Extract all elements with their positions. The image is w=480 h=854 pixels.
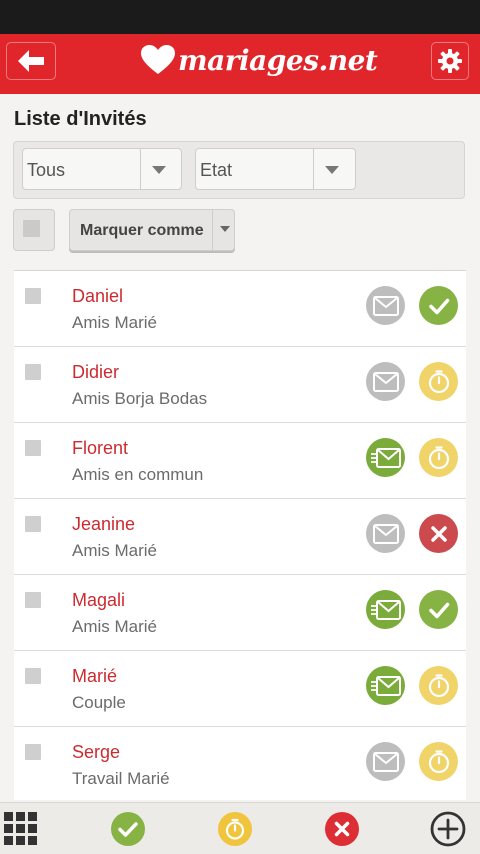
guest-row[interactable]: Daniel Amis Marié: [14, 271, 466, 347]
checkbox-box: [23, 220, 40, 237]
guest-group: Travail Marié: [72, 769, 170, 788]
attendance-status-button[interactable]: [419, 742, 458, 781]
guest-checkbox[interactable]: [25, 364, 41, 380]
page-title: Liste d'Invités: [14, 108, 147, 130]
envelope-sent-icon: [370, 675, 401, 696]
stopwatch-icon: [428, 445, 449, 469]
grid-icon: [4, 812, 37, 845]
chevron-down-icon: [220, 226, 230, 232]
brand-name: mariages.net: [178, 43, 378, 77]
guest-name[interactable]: Daniel: [72, 286, 123, 307]
guest-row[interactable]: Magali Amis Marié: [14, 575, 466, 651]
select-divider: [313, 149, 314, 189]
guest-group: Amis Marié: [72, 313, 158, 332]
guest-group: Amis en commun: [72, 465, 204, 484]
chevron-down-icon: [325, 166, 339, 174]
heart-icon: [141, 45, 175, 74]
guest-name[interactable]: Magali: [72, 590, 125, 611]
gear-icon: [438, 49, 462, 73]
app-bar: mariages.net: [0, 34, 480, 94]
settings-button[interactable]: [431, 42, 469, 80]
guest-name[interactable]: Serge: [72, 742, 120, 763]
state-filter-select[interactable]: Etat: [195, 148, 356, 190]
guest-group: Amis Borja Bodas: [72, 389, 208, 408]
group-filter-value: Tous: [27, 160, 66, 180]
status-bar: [0, 0, 480, 34]
guest-group: Amis Marié: [72, 541, 158, 560]
guest-row[interactable]: Serge Travail Marié: [14, 727, 466, 800]
cross-icon: [430, 525, 447, 542]
invitation-status-button[interactable]: [366, 666, 405, 705]
grid-menu-button[interactable]: [3, 811, 39, 847]
envelope-icon: [372, 371, 399, 392]
attendance-status-button[interactable]: [419, 438, 458, 477]
invitation-status-button[interactable]: [366, 438, 405, 477]
guest-checkbox[interactable]: [25, 744, 41, 760]
attendance-status-button[interactable]: [419, 514, 458, 553]
back-button[interactable]: [6, 42, 56, 80]
guest-list: Daniel Amis Marié Didier Amis Borja Bodas Fl…: [14, 270, 466, 800]
bottom-toolbar: [0, 802, 480, 854]
stopwatch-icon: [428, 369, 449, 393]
attendance-status-button[interactable]: [419, 362, 458, 401]
check-icon: [428, 298, 449, 314]
stopwatch-icon: [428, 673, 449, 697]
pending-filter-button[interactable]: [217, 811, 253, 847]
guest-checkbox[interactable]: [25, 440, 41, 456]
guest-row[interactable]: Florent Amis en commun: [14, 423, 466, 499]
guest-row[interactable]: Didier Amis Borja Bodas: [14, 347, 466, 423]
envelope-icon: [372, 295, 399, 316]
declined-filter-button[interactable]: [324, 811, 360, 847]
group-filter-select[interactable]: Tous: [22, 148, 182, 190]
guest-name[interactable]: Florent: [72, 438, 128, 459]
invitation-status-button[interactable]: [366, 590, 405, 629]
invitation-status-button[interactable]: [366, 742, 405, 781]
select-divider: [140, 149, 141, 189]
invitation-status-button[interactable]: [366, 286, 405, 325]
guest-row[interactable]: Jeanine Amis Marié: [14, 499, 466, 575]
add-icon: [430, 811, 466, 847]
guest-checkbox[interactable]: [25, 288, 41, 304]
guest-name[interactable]: Marié: [72, 666, 117, 687]
guest-name[interactable]: Jeanine: [72, 514, 135, 535]
confirmed-filter-button[interactable]: [110, 811, 146, 847]
mark-as-label: Marquer comme: [80, 222, 204, 239]
attendance-status-button[interactable]: [419, 590, 458, 629]
attendance-status-button[interactable]: [419, 666, 458, 705]
guest-group: Couple: [72, 693, 126, 712]
confirmed-filter-icon: [111, 812, 145, 846]
envelope-icon: [372, 751, 399, 772]
envelope-sent-icon: [370, 447, 401, 468]
state-filter-value: Etat: [200, 160, 233, 180]
declined-filter-icon: [325, 812, 359, 846]
filter-panel: Tous Etat: [13, 141, 465, 199]
guest-checkbox[interactable]: [25, 516, 41, 532]
pending-filter-icon: [218, 812, 252, 846]
guest-group: Amis Marié: [72, 617, 158, 636]
select-all-checkbox[interactable]: [13, 209, 55, 251]
stopwatch-icon: [428, 749, 449, 773]
chevron-down-icon: [152, 166, 166, 174]
dropdown-divider: [212, 210, 213, 250]
guest-checkbox[interactable]: [25, 592, 41, 608]
guest-checkbox[interactable]: [25, 668, 41, 684]
attendance-status-button[interactable]: [419, 286, 458, 325]
envelope-sent-icon: [370, 599, 401, 620]
brand-logo: mariages.net: [140, 40, 378, 80]
add-guest-button[interactable]: [430, 811, 466, 847]
invitation-status-button[interactable]: [366, 362, 405, 401]
invitation-status-button[interactable]: [366, 514, 405, 553]
guest-row[interactable]: Marié Couple: [14, 651, 466, 727]
check-icon: [428, 602, 449, 618]
envelope-icon: [372, 523, 399, 544]
arrow-left-icon: [18, 50, 44, 72]
guest-name[interactable]: Didier: [72, 362, 119, 383]
mark-as-dropdown[interactable]: Marquer comme: [69, 209, 235, 251]
